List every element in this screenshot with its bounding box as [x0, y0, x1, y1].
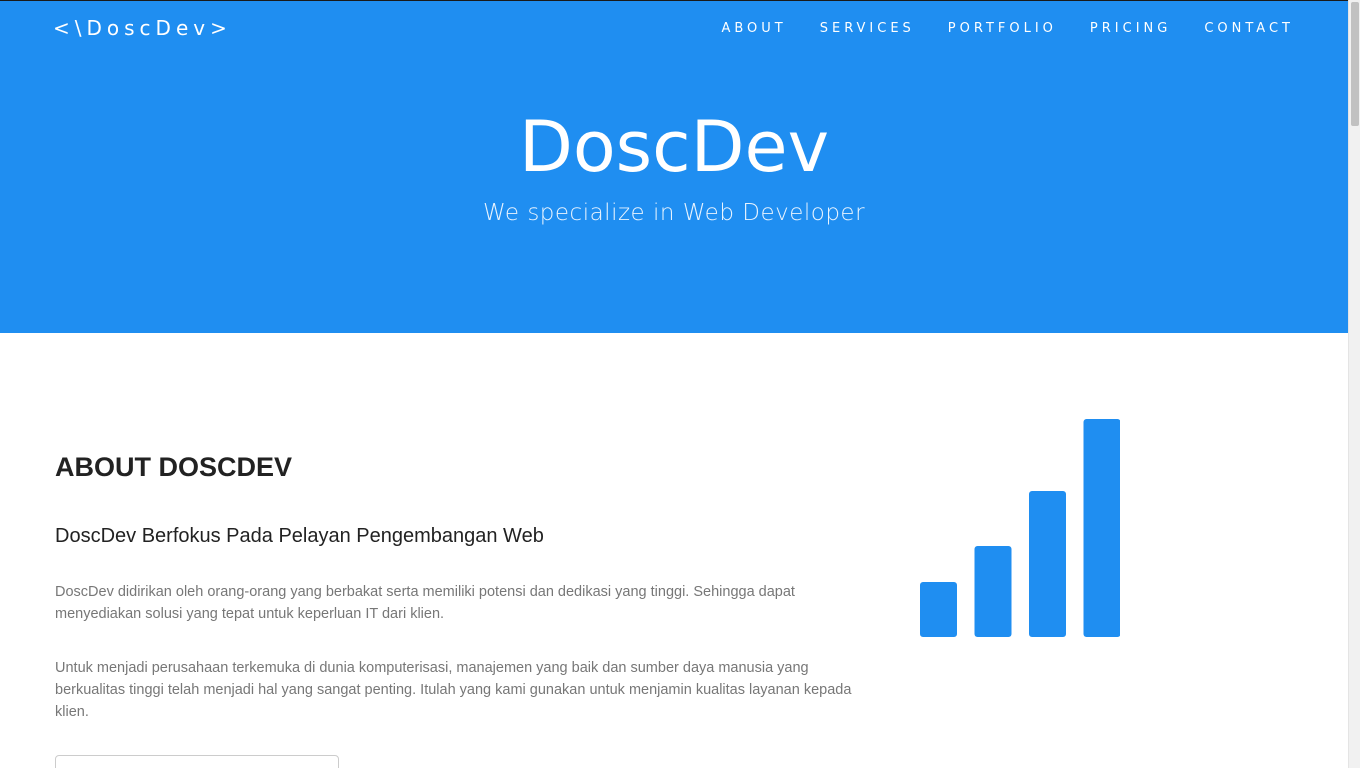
nav-link-contact[interactable]: CONTACT	[1204, 21, 1294, 37]
page-scrollbar[interactable]	[1348, 0, 1360, 768]
signal-bar	[974, 546, 1012, 637]
nav-link-about[interactable]: ABOUT	[721, 21, 786, 37]
about-paragraph: Untuk menjadi perusahaan terkemuka di du…	[55, 660, 852, 720]
signal-bar	[1083, 419, 1120, 637]
brand-logo[interactable]: <\DoscDev>	[53, 16, 232, 40]
nav-link-pricing[interactable]: PRICING	[1090, 21, 1171, 37]
about-action-button[interactable]	[55, 755, 339, 768]
scrollbar-thumb[interactable]	[1351, 2, 1359, 126]
hero-subtitle: We specialize in Web Developer	[482, 200, 866, 226]
about-paragraph: DoscDev didirikan oleh orang-orang yang …	[55, 584, 795, 622]
about-subheading: DoscDev Berfokus Pada Pelayan Pengembang…	[55, 525, 544, 547]
nav-link-portfolio[interactable]: PORTFOLIO	[948, 21, 1057, 37]
about-heading: ABOUT DOSCDEV	[55, 452, 293, 482]
nav-link-services[interactable]: SERVICES	[820, 21, 915, 37]
hero-section: <\DoscDev> ABOUT SERVICES PORTFOLIO PRIC…	[0, 0, 1348, 333]
signal-bar	[920, 582, 957, 637]
signal-bars-icon	[920, 419, 1120, 637]
hero-title: DoscDev	[518, 106, 830, 188]
signal-bar	[1029, 491, 1066, 637]
main-nav: ABOUT SERVICES PORTFOLIO PRICING CONTACT	[688, 21, 1294, 37]
